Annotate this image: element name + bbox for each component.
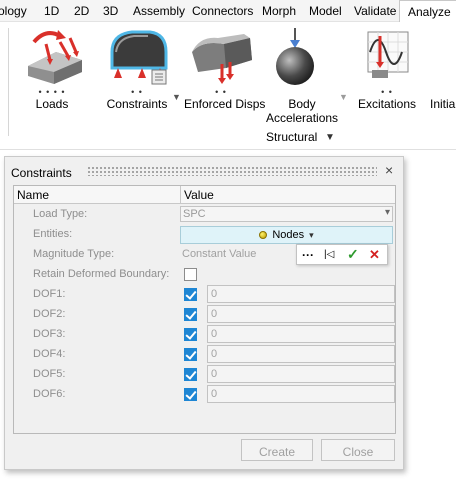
- reject-icon[interactable]: ✕: [369, 247, 380, 263]
- dialog-title: Constraints: [11, 166, 72, 180]
- dof3-label: DOF3:: [33, 328, 66, 340]
- load-type-value: SPC: [183, 208, 206, 220]
- dof3-checkbox[interactable]: [184, 328, 197, 341]
- loads-icon: [28, 30, 82, 84]
- constraints-label: Constraints: [106, 97, 168, 111]
- property-grid: Name Value Load Type: SPC ▾ Entities: No…: [13, 185, 396, 434]
- menu-morph[interactable]: Morph: [262, 4, 296, 18]
- ribbon-bottom-border: [0, 149, 456, 150]
- menu-validate[interactable]: Validate: [354, 4, 396, 18]
- entities-value: Nodes: [272, 229, 305, 241]
- dof1-input[interactable]: 0: [207, 285, 395, 303]
- excitations-tool[interactable]: • • Excitations: [352, 22, 422, 111]
- dof4-checkbox[interactable]: [184, 348, 197, 361]
- excitations-icon: [367, 31, 409, 78]
- magnitude-type-value: Constant Value: [182, 248, 257, 260]
- initial-tool[interactable]: Initial: [428, 22, 456, 111]
- retain-deformed-boundary-label: Retain Deformed Boundary:: [33, 268, 170, 280]
- column-header-value: Value: [184, 188, 214, 202]
- enforced-disps-icon: [192, 34, 252, 84]
- magnitude-type-label: Magnitude Type:: [33, 248, 115, 260]
- dof6-checkbox[interactable]: [184, 388, 197, 401]
- enforced-disps-label: Enforced Disps: [184, 97, 266, 111]
- dof1-checkbox[interactable]: [184, 288, 197, 301]
- structural-group-caret[interactable]: ▼: [325, 132, 335, 143]
- menu-topology[interactable]: ology: [0, 4, 27, 18]
- ribbon-separator: [8, 28, 9, 136]
- dof4-input[interactable]: 0: [207, 345, 395, 363]
- ribbon: • • • • Loads • • Constraints ▼ • • Enfo…: [0, 22, 456, 150]
- more-options-icon[interactable]: ···: [302, 248, 314, 262]
- initial-icon: [434, 22, 456, 88]
- dof2-input[interactable]: 0: [207, 305, 395, 323]
- menu-analyze[interactable]: Analyze: [399, 0, 456, 23]
- loads-dots: • • • •: [38, 87, 66, 97]
- constraints-dots: • •: [131, 87, 143, 97]
- initial-dots: [428, 88, 456, 97]
- dof2-checkbox[interactable]: [184, 308, 197, 321]
- body-accelerations-tool[interactable]: Body Accelerations: [266, 22, 338, 125]
- structural-group-label: Structural: [266, 130, 318, 144]
- retain-deformed-boundary-checkbox[interactable]: [184, 268, 197, 281]
- entities-selector[interactable]: Nodes ▾: [180, 226, 393, 244]
- node-icon: [259, 231, 268, 239]
- grid-header: Name Value: [14, 186, 395, 204]
- menu-connectors[interactable]: Connectors: [192, 4, 253, 18]
- dof5-label: DOF5:: [33, 368, 66, 380]
- constraints-dropdown-caret[interactable]: ▼: [172, 92, 181, 102]
- dof6-input[interactable]: 0: [207, 385, 395, 403]
- menu-1d[interactable]: 1D: [44, 4, 59, 18]
- close-button[interactable]: Close: [321, 439, 395, 461]
- load-type-select[interactable]: SPC ▾: [180, 206, 393, 222]
- dof6-label: DOF6:: [33, 388, 66, 400]
- dialog-drag-handle[interactable]: [87, 166, 377, 176]
- loads-label: Loads: [35, 97, 69, 111]
- menu-model[interactable]: Model: [309, 4, 342, 18]
- column-separator[interactable]: [180, 186, 181, 204]
- dof5-checkbox[interactable]: [184, 368, 197, 381]
- menu-2d[interactable]: 2D: [74, 4, 89, 18]
- create-button[interactable]: Create: [241, 439, 313, 461]
- constraints-icon: [110, 30, 168, 85]
- chevron-down-icon[interactable]: ▾: [309, 230, 314, 240]
- body-accelerations-label-2: Accelerations: [266, 111, 339, 125]
- menu-bar: ology 1D 2D 3D Assembly Connectors Morph…: [0, 0, 456, 23]
- close-icon[interactable]: ×: [385, 162, 393, 178]
- dof2-label: DOF2:: [33, 308, 66, 320]
- enforced-disps-dots: • •: [215, 87, 227, 97]
- column-header-name: Name: [17, 188, 50, 202]
- entities-label: Entities:: [33, 228, 73, 240]
- initial-label: Initial: [430, 97, 456, 111]
- menu-3d[interactable]: 3D: [103, 4, 118, 18]
- enforced-disps-tool[interactable]: • • Enforced Disps: [184, 22, 266, 111]
- dof5-input[interactable]: 0: [207, 365, 395, 383]
- entity-mini-toolbar: ··· |◁ ✓ ✕: [296, 244, 388, 265]
- accept-icon[interactable]: ✓: [347, 246, 359, 263]
- body-accelerations-icon: [276, 28, 314, 85]
- dof1-label: DOF1:: [33, 288, 66, 300]
- loads-tool[interactable]: • • • • Loads: [16, 22, 88, 111]
- constraints-tool[interactable]: • • Constraints: [104, 22, 170, 111]
- menu-assembly[interactable]: Assembly: [133, 4, 185, 18]
- excitations-dots: • •: [381, 87, 393, 97]
- constraints-dialog: Constraints × Name Value Load Type: SPC …: [4, 156, 404, 470]
- reset-icon[interactable]: |◁: [324, 249, 334, 260]
- dof3-input[interactable]: 0: [207, 325, 395, 343]
- body-accelerations-label-1: Body: [288, 97, 316, 111]
- excitations-label: Excitations: [357, 97, 417, 111]
- load-type-label: Load Type:: [33, 208, 88, 220]
- body-accelerations-dropdown-caret[interactable]: ▼: [339, 92, 348, 102]
- dof4-label: DOF4:: [33, 348, 66, 360]
- chevron-down-icon: ▾: [384, 207, 390, 218]
